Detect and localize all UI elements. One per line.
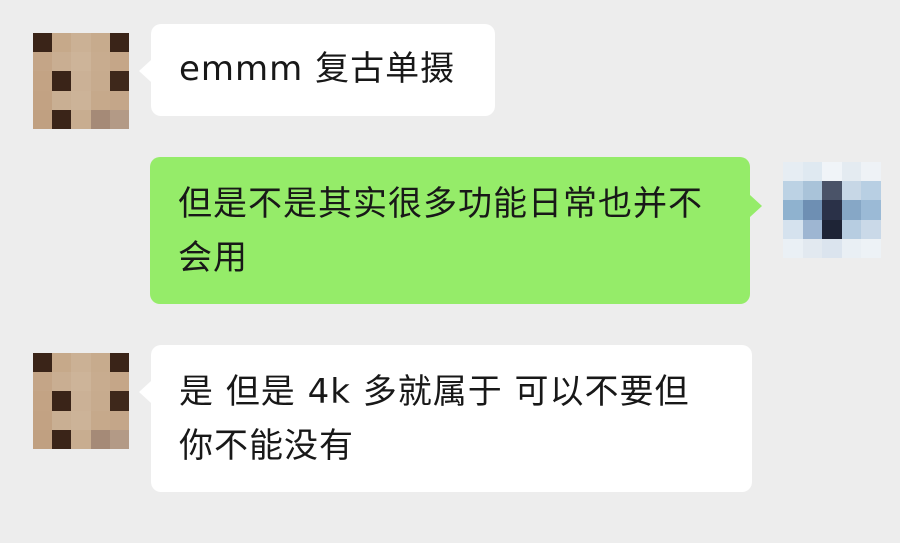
avatar-pixel <box>52 410 72 430</box>
message-bubble-outgoing[interactable]: 但是不是其实很多功能日常也并不会用 <box>150 157 750 304</box>
avatar-pixel <box>822 162 842 182</box>
avatar-pixel <box>90 33 110 53</box>
avatar-pixel <box>783 238 803 258</box>
avatar-pixel <box>52 429 72 449</box>
avatar-pixel <box>33 372 53 392</box>
avatar-pixel <box>71 391 91 411</box>
avatar-pixel <box>109 372 129 392</box>
avatar-pixel <box>33 391 53 411</box>
avatar-pixel <box>109 391 129 411</box>
bubble-tail <box>750 195 762 217</box>
avatar-pixel <box>841 162 862 182</box>
message-text: 是 但是 4k 多就属于 可以不要但你不能没有 <box>179 372 690 466</box>
avatar-pixel <box>52 353 72 373</box>
avatar-pixel <box>783 181 803 201</box>
avatar-pixel <box>90 52 110 72</box>
avatar-pixel <box>52 33 72 53</box>
avatar-pixel <box>109 353 129 373</box>
avatar-pixel <box>33 33 53 53</box>
avatar-pixel <box>71 52 91 72</box>
avatar-pixel <box>71 71 91 91</box>
avatar-pixel <box>109 429 129 449</box>
avatar-pixel <box>861 162 881 182</box>
avatar-pixel <box>861 181 881 201</box>
avatar-pixels <box>783 162 881 258</box>
avatar-pixel <box>822 238 842 258</box>
avatar-pixel <box>52 90 72 110</box>
avatar-pixel <box>90 391 110 411</box>
avatar-pixel <box>822 181 842 201</box>
friend-avatar[interactable] <box>33 353 129 449</box>
avatar-pixel <box>802 238 823 258</box>
avatar-pixel <box>783 162 803 182</box>
avatar-pixel <box>71 353 91 373</box>
avatar-pixel <box>71 109 91 129</box>
avatar-pixel <box>90 372 110 392</box>
avatar-pixel <box>841 200 862 220</box>
avatar-pixel <box>822 219 842 239</box>
avatar-pixel <box>109 90 129 110</box>
avatar-pixel <box>33 71 53 91</box>
avatar-pixel <box>33 109 53 129</box>
avatar-pixel <box>90 410 110 430</box>
message-text: emmm 复古单摄 <box>179 49 456 89</box>
avatar-pixel <box>861 238 881 258</box>
avatar-pixel <box>802 219 823 239</box>
message-bubble-incoming[interactable]: emmm 复古单摄 <box>151 24 495 116</box>
avatar-pixel <box>52 52 72 72</box>
avatar-pixels <box>33 353 129 449</box>
avatar-pixel <box>90 71 110 91</box>
avatar-pixel <box>841 238 862 258</box>
avatar-pixel <box>71 410 91 430</box>
avatar-pixel <box>109 52 129 72</box>
avatar-pixel <box>783 200 803 220</box>
avatar-pixel <box>822 200 842 220</box>
avatar-pixel <box>90 109 110 129</box>
avatar-pixel <box>52 391 72 411</box>
avatar-pixel <box>33 353 53 373</box>
avatar-pixel <box>861 219 881 239</box>
avatar-pixel <box>841 219 862 239</box>
avatar-pixel <box>71 33 91 53</box>
avatar-pixel <box>90 90 110 110</box>
avatar-pixel <box>90 353 110 373</box>
avatar-pixel <box>783 219 803 239</box>
friend-avatar[interactable] <box>33 33 129 129</box>
avatar-pixel <box>33 410 53 430</box>
avatar-pixel <box>52 71 72 91</box>
avatar-pixel <box>90 429 110 449</box>
avatar-pixel <box>802 181 823 201</box>
avatar-pixel <box>841 181 862 201</box>
my-avatar[interactable] <box>783 162 881 258</box>
avatar-pixel <box>52 372 72 392</box>
avatar-pixel <box>109 33 129 53</box>
avatar-pixel <box>33 429 53 449</box>
bubble-tail <box>139 60 151 82</box>
message-text: 但是不是其实很多功能日常也并不会用 <box>178 184 703 278</box>
avatar-pixel <box>71 90 91 110</box>
avatar-pixel <box>71 429 91 449</box>
avatar-pixel <box>33 52 53 72</box>
avatar-pixel <box>802 162 823 182</box>
avatar-pixel <box>109 71 129 91</box>
avatar-pixel <box>71 372 91 392</box>
avatar-pixel <box>52 109 72 129</box>
avatar-pixel <box>109 410 129 430</box>
bubble-tail <box>139 381 151 403</box>
avatar-pixel <box>109 109 129 129</box>
avatar-pixel <box>861 200 881 220</box>
avatar-pixel <box>33 90 53 110</box>
avatar-pixel <box>802 200 823 220</box>
avatar-pixels <box>33 33 129 129</box>
message-bubble-incoming[interactable]: 是 但是 4k 多就属于 可以不要但你不能没有 <box>151 345 752 492</box>
